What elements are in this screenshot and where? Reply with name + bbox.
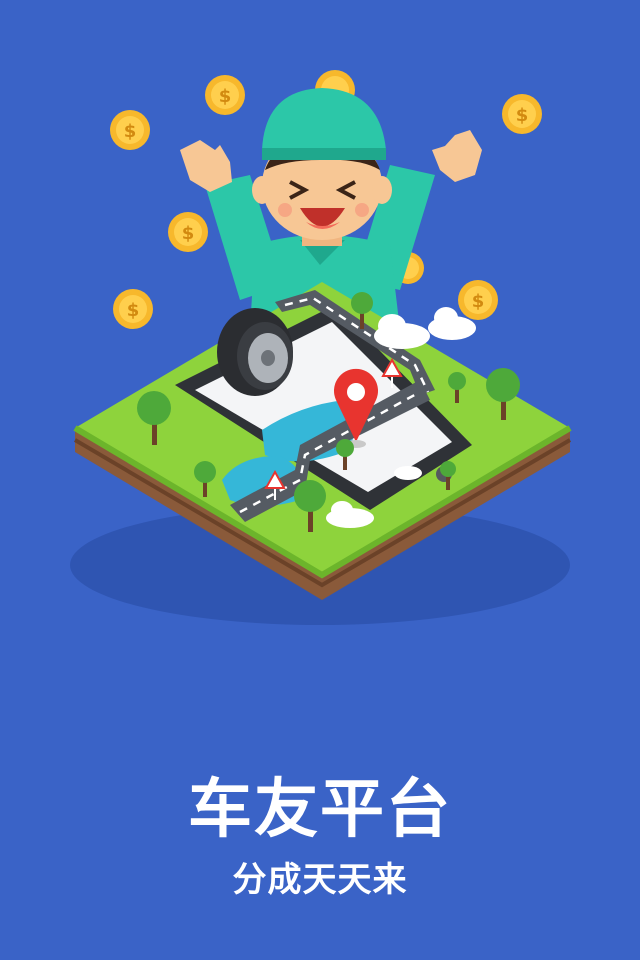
- splash-title: 车友平台: [188, 773, 452, 847]
- svg-text:$: $: [127, 300, 140, 321]
- coin-icon: $: [110, 110, 150, 150]
- svg-text:$: $: [182, 223, 195, 244]
- coin-icon: $: [113, 289, 153, 329]
- coin-icon: $: [458, 280, 498, 320]
- cloud-icon: [394, 466, 422, 480]
- coin-icon: $: [502, 94, 542, 134]
- svg-text:$: $: [472, 291, 485, 312]
- cloud-icon: [374, 314, 430, 349]
- coin-icon: $: [205, 75, 245, 115]
- svg-text:$: $: [516, 105, 529, 126]
- hero-illustration: $ $ $ $ $ $: [70, 70, 572, 625]
- splash-subtitle: 分成天天来: [232, 860, 408, 900]
- svg-text:$: $: [219, 86, 232, 107]
- tire-icon: [217, 308, 293, 396]
- splash-screen: $ $ $ $ $ $ 车友平台 分成天天来: [0, 0, 640, 960]
- svg-text:$: $: [124, 121, 137, 142]
- coin-icon: $: [168, 212, 208, 252]
